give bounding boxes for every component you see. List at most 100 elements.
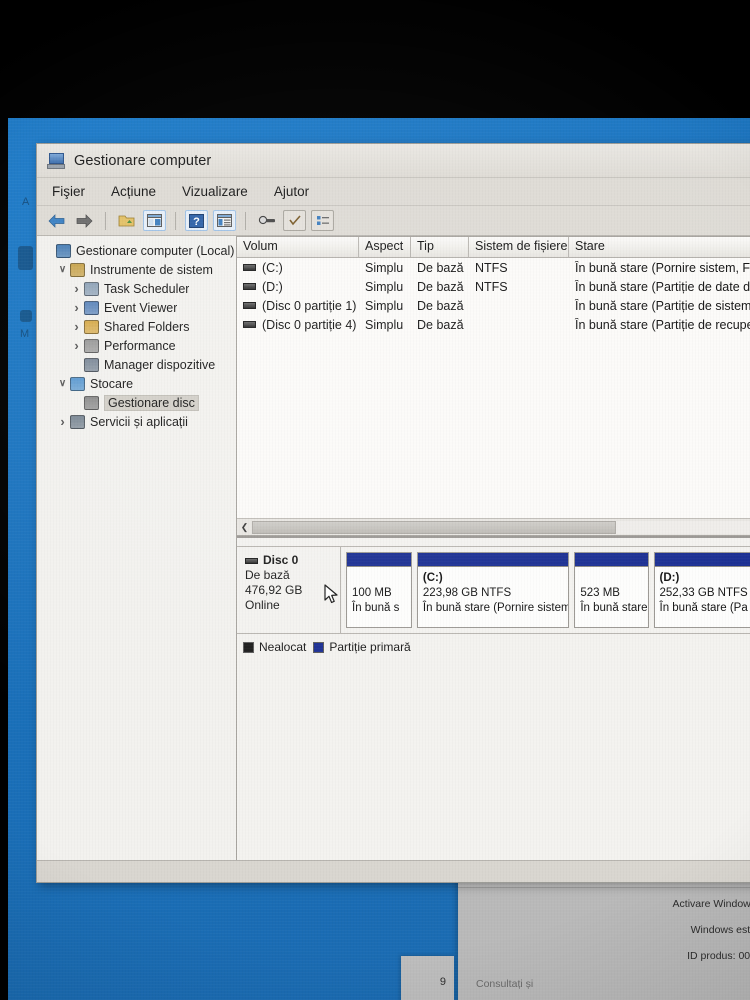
toolbar-separator-3	[245, 211, 246, 230]
cell-tip: De bază	[417, 317, 464, 332]
cell-volum: (Disc 0 partiție 1)	[237, 299, 359, 313]
scrollbar-track[interactable]	[252, 520, 750, 534]
chevron-closed-icon[interactable]	[69, 319, 84, 334]
toolbar-separator-2	[175, 211, 176, 230]
menu-item-actiune[interactable]: Acțiune	[108, 182, 159, 201]
mouse-cursor	[324, 584, 338, 604]
volume-list-header[interactable]: Volum Aspect Tip Sistem de fișiere Stare	[237, 237, 750, 258]
partition-status: În bună stare	[580, 602, 648, 614]
check-button[interactable]	[283, 210, 306, 231]
refresh-button[interactable]	[255, 210, 278, 231]
partition-color-bar	[417, 553, 569, 567]
tree-item-instrumente-de-sistem[interactable]: Instrumente de sistem	[37, 260, 236, 279]
volume-list-panel[interactable]: Volum Aspect Tip Sistem de fișiere Stare…	[237, 236, 750, 536]
partition-4[interactable]: (D:) 252,33 GB NTFS În bună stare (Pa	[653, 552, 750, 628]
tree-item-event-viewer[interactable]: Event Viewer	[37, 298, 236, 317]
tree-item-servicii-i-aplica-ii[interactable]: Servicii și aplicații	[37, 412, 236, 431]
partition-text: (C:) 223,98 GB NTFS În bună stare (Pornire…	[418, 567, 568, 627]
menu-item-ajutor[interactable]: Ajutor	[271, 182, 312, 201]
partition-label: (C:)	[422, 572, 443, 584]
legend-item-nealocat: Nealocat	[243, 640, 306, 654]
desktop-icon-blob-1[interactable]	[18, 246, 33, 270]
column-header-aspect[interactable]: Aspect	[359, 237, 411, 257]
background-system-window[interactable]: Activare Windows Windows este ID produs:…	[458, 873, 750, 1000]
help-button[interactable]: ?	[185, 210, 208, 231]
menu-bar[interactable]: Fişier Acțiune Vizualizare Ajutor	[37, 178, 750, 206]
column-header-tip[interactable]: Tip	[411, 237, 469, 257]
partition-label	[580, 571, 642, 586]
tree-item-performance[interactable]: Performance	[37, 336, 236, 355]
menu-item-fisier[interactable]: Fişier	[49, 182, 88, 201]
disk-type: De bază	[245, 568, 290, 582]
partition-color-bar	[347, 553, 411, 567]
scrollbar-thumb[interactable]	[252, 520, 617, 534]
partition-3[interactable]: 523 MB În bună stare	[574, 552, 649, 628]
tree-item-stocare[interactable]: Stocare	[37, 374, 236, 393]
toolbar[interactable]: ?	[37, 206, 750, 236]
tree-item-gestionare-disc[interactable]: Gestionare disc	[37, 393, 236, 412]
column-header-stare[interactable]: Stare	[569, 237, 750, 257]
chevron-closed-icon[interactable]	[69, 338, 84, 353]
partition-text: 100 MB În bună s	[347, 567, 411, 627]
tree-item-manager-dispozitive[interactable]: Manager dispozitive	[37, 355, 236, 374]
disk-icon	[245, 557, 258, 564]
tree-item-label: Gestionare disc	[104, 394, 199, 411]
chevron-closed-icon[interactable]	[69, 300, 84, 315]
volume-row[interactable]: (C:) Simplu De bază NTFS În bună stare (Porn…	[237, 258, 750, 277]
volume-label: (C:)	[262, 260, 283, 275]
shared-folder-icon	[84, 319, 99, 334]
svg-text:?: ?	[193, 216, 200, 228]
partition-2[interactable]: (C:) 223,98 GB NTFS În bună stare (Pornire…	[416, 552, 570, 628]
volume-row[interactable]: (Disc 0 partiție 1) Simplu De bază În bună …	[237, 296, 750, 315]
cell-tip: De bază	[417, 260, 464, 275]
tree-item-task-scheduler[interactable]: Task Scheduler	[37, 279, 236, 298]
disk-graphical-view[interactable]: Disc 0 De bază 476,92 GB Online 100 MB În…	[237, 536, 750, 860]
column-header-volum[interactable]: Volum	[237, 237, 359, 257]
chevron-closed-icon[interactable]	[55, 414, 70, 429]
desktop-icon-letter-m[interactable]: M	[20, 328, 29, 340]
services-icon	[70, 414, 85, 429]
tree-item-label: Manager dispozitive	[104, 357, 216, 372]
partition-1[interactable]: 100 MB În bună s	[346, 552, 412, 628]
volume-icon	[243, 264, 256, 271]
chevron-open-icon[interactable]	[55, 264, 70, 275]
forward-button[interactable]	[73, 210, 96, 231]
taskbar-fragment[interactable]: 9	[401, 956, 454, 1000]
legend-swatch-nealocat	[243, 641, 254, 653]
volume-label: (Disc 0 partiție 4)	[262, 317, 357, 332]
cell-aspect: Simplu	[365, 260, 404, 275]
partition-bar[interactable]: 100 MB În bună s (C:) 223,98 GB NTFS În bună…	[341, 547, 750, 633]
partition-text: (D:) 252,33 GB NTFS În bună stare (Pa	[655, 567, 750, 627]
computer-management-window[interactable]: Gestionare computer Fişier Acțiune Vizua…	[36, 143, 750, 883]
desktop-icon-letter-a[interactable]: A	[22, 196, 29, 208]
properties-button[interactable]	[213, 210, 236, 231]
disk-row[interactable]: Disc 0 De bază 476,92 GB Online 100 MB În…	[237, 546, 750, 634]
show-hide-tree-button[interactable]	[143, 210, 166, 231]
window-body: Gestionare computer (Local) Instrumente d…	[37, 236, 750, 860]
tree-item-label: Servicii și aplicații	[90, 414, 188, 429]
partition-text: 523 MB În bună stare	[575, 567, 647, 627]
back-button[interactable]	[45, 210, 68, 231]
volume-row[interactable]: (D:) Simplu De bază NTFS În bună stare (Part…	[237, 277, 750, 296]
tree-item-shared-folders[interactable]: Shared Folders	[37, 317, 236, 336]
column-header-sistem-de-fisiere[interactable]: Sistem de fișiere	[469, 237, 569, 257]
up-folder-button[interactable]	[115, 210, 138, 231]
window-list-icon	[217, 214, 232, 227]
volume-list-rows[interactable]: (C:) Simplu De bază NTFS În bună stare (Porn…	[237, 258, 750, 518]
title-bar[interactable]: Gestionare computer	[37, 144, 750, 178]
console-tree[interactable]: Gestionare computer (Local) Instrumente d…	[37, 236, 237, 860]
volume-row[interactable]: (Disc 0 partiție 4) Simplu De bază În bună …	[237, 315, 750, 334]
chevron-closed-icon[interactable]	[69, 281, 84, 296]
tree-item-label: Performance	[104, 338, 176, 353]
menu-item-vizualizare[interactable]: Vizualizare	[179, 182, 251, 201]
screen-photo: A M Activare Windows Windows este ID pro…	[0, 0, 750, 1000]
taskbar-fragment-text: 9	[439, 976, 446, 988]
horizontal-scrollbar[interactable]: ❮	[237, 518, 750, 535]
partition-size: 223,98 GB NTFS	[422, 587, 512, 599]
list-button[interactable]	[311, 210, 334, 231]
tree-item-gestionare-computer-local[interactable]: Gestionare computer (Local)	[37, 241, 236, 260]
checkbox-icon	[288, 215, 301, 226]
desktop-icon-blob-2[interactable]	[20, 310, 32, 322]
scroll-left-icon[interactable]: ❮	[237, 520, 252, 535]
chevron-open-icon[interactable]	[55, 378, 70, 389]
